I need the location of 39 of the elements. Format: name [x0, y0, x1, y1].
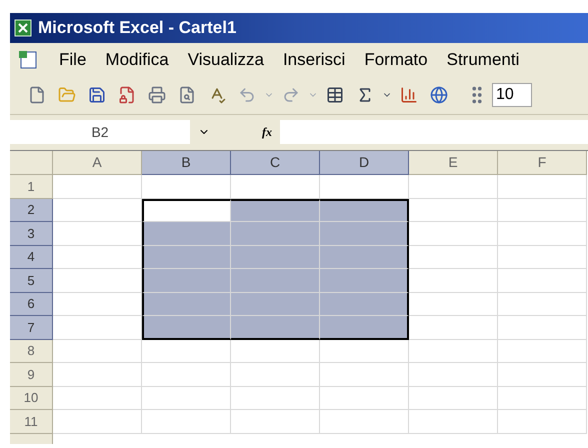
menu-item[interactable]: Strumenti: [446, 47, 520, 73]
row-header[interactable]: [10, 434, 53, 444]
function-label[interactable]: fx: [262, 123, 272, 141]
formula-field[interactable]: [280, 120, 588, 144]
row-header[interactable]: 5: [10, 269, 53, 292]
row-header[interactable]: 11: [10, 410, 53, 434]
cell[interactable]: [320, 198, 409, 222]
menu-item[interactable]: File: [59, 47, 86, 73]
row-header[interactable]: 2: [10, 198, 53, 222]
column-header[interactable]: D: [320, 151, 409, 175]
menu-item[interactable]: Modifica: [105, 47, 169, 73]
menu-item[interactable]: Visualizza: [188, 47, 264, 73]
row-header[interactable]: 7: [10, 316, 53, 340]
cell[interactable]: [231, 198, 320, 222]
spreadsheet-logo-icon: [14, 19, 32, 37]
cell[interactable]: [142, 198, 231, 222]
column-header[interactable]: A: [53, 151, 142, 175]
row-header[interactable]: 3: [10, 222, 53, 246]
column-header[interactable]: E: [409, 151, 498, 175]
cell[interactable]: [320, 269, 409, 292]
row-header[interactable]: 10: [10, 386, 53, 410]
row-header[interactable]: 6: [10, 292, 53, 316]
name-box[interactable]: B2: [10, 120, 190, 144]
row-header[interactable]: 4: [10, 246, 53, 269]
cell[interactable]: [320, 292, 409, 316]
corner-header[interactable]: [10, 151, 53, 175]
font-size-field[interactable]: 10: [492, 82, 532, 106]
cell[interactable]: [320, 246, 409, 269]
cell[interactable]: [320, 316, 409, 340]
row-header[interactable]: 8: [10, 340, 53, 363]
menu-item[interactable]: Formato: [364, 47, 428, 73]
column-header[interactable]: C: [231, 151, 320, 175]
column-header[interactable]: B: [142, 151, 231, 175]
row-header[interactable]: 9: [10, 363, 53, 386]
window-title: Microsoft Excel - Cartel1: [38, 17, 236, 40]
cell[interactable]: [320, 222, 409, 246]
menu-item[interactable]: Inserisci: [282, 47, 346, 73]
row-header[interactable]: 1: [10, 175, 53, 198]
column-header[interactable]: F: [498, 151, 587, 175]
